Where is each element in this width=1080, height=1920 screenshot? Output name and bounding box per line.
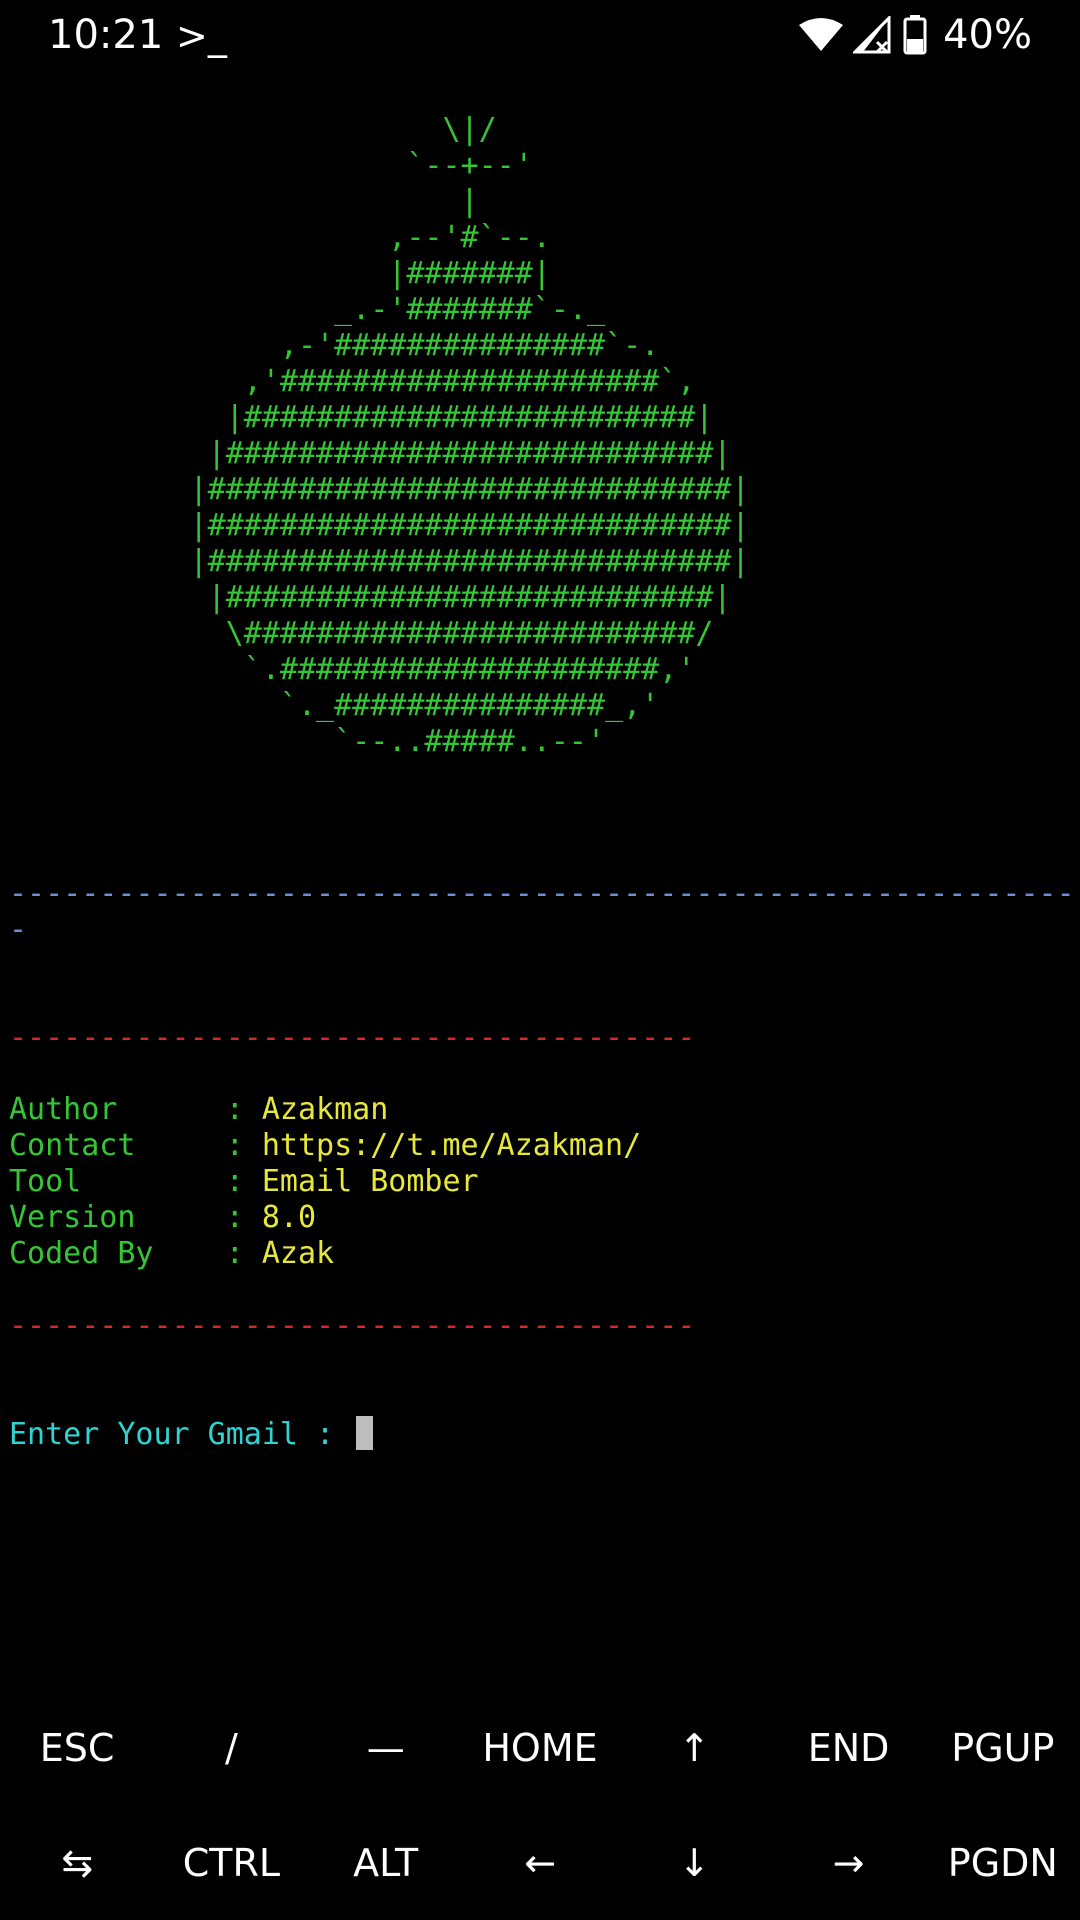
signal-off-icon [853,16,891,54]
info-row-author: Author : Azakman [9,1092,388,1128]
info-sep: : [225,1200,262,1235]
battery-percentage: 40% [943,12,1032,58]
info-sep: : [225,1092,262,1127]
info-value: 8.0 [261,1200,317,1235]
extra-keys-row-1: ESC / — HOME ↑ END PGUP [0,1690,1080,1805]
extra-keys-bar: ESC / — HOME ↑ END PGUP ⇆ CTRL ALT ← ↓ →… [0,1690,1080,1920]
slash-key[interactable]: / [154,1690,308,1805]
status-time: 10:21 [48,12,164,58]
separator-blue: ----------------------------------------… [9,876,1075,911]
info-label: Author [9,1092,226,1127]
arrow-right-key[interactable]: → [771,1805,925,1920]
gmail-prompt: Enter Your Gmail : [9,1417,353,1452]
info-row-contact: Contact : https://t.me/Azakman/ [9,1128,641,1164]
gmail-prompt-line[interactable]: Enter Your Gmail : [9,1416,374,1453]
info-value: Azak [261,1236,335,1271]
esc-key[interactable]: ESC [0,1690,154,1805]
info-label: Contact [9,1128,226,1163]
separator-blue-wrap: - [9,912,28,947]
info-value: https://t.me/Azakman/ [261,1128,642,1163]
status-bar: 10:21 >_ 40% [0,0,1080,72]
terminal-output[interactable]: \|/ `--+--' | ,--'#`--. |#######| _.-'##… [9,112,1075,1452]
end-key[interactable]: END [771,1690,925,1805]
info-value: Email Bomber [261,1164,479,1199]
home-key[interactable]: HOME [463,1690,617,1805]
system-icons: 40% [799,12,1032,58]
info-row-coded-by: Coded By : Azak [9,1236,334,1272]
info-sep: : [225,1236,262,1271]
info-row-version: Version : 8.0 [9,1200,316,1236]
ascii-bomb-art: \|/ `--+--' | ,--'#`--. |#######| _.-'##… [189,112,750,759]
separator-red-bottom: -------------------------------------- [9,1308,696,1343]
arrow-down-key[interactable]: ↓ [617,1805,771,1920]
info-label: Version [9,1200,226,1235]
wifi-icon [799,18,844,51]
terminal-app-icon: >_ [176,14,227,58]
dash-key[interactable]: — [309,1690,463,1805]
info-sep: : [225,1128,262,1163]
ctrl-key[interactable]: CTRL [154,1805,308,1920]
arrow-up-key[interactable]: ↑ [617,1690,771,1805]
info-value: Azakman [261,1092,389,1127]
tab-key[interactable]: ⇆ [0,1805,154,1920]
pgdn-key[interactable]: PGDN [926,1805,1080,1920]
info-sep: : [225,1164,262,1199]
text-cursor [356,1416,374,1450]
battery-icon [903,15,927,55]
arrow-left-key[interactable]: ← [463,1805,617,1920]
separator-red-top: -------------------------------------- [9,1020,696,1055]
pgup-key[interactable]: PGUP [926,1690,1080,1805]
info-row-tool: Tool : Email Bomber [9,1164,479,1200]
alt-key[interactable]: ALT [309,1805,463,1920]
info-label: Tool [9,1164,226,1199]
info-label: Coded By [9,1236,226,1271]
extra-keys-row-2: ⇆ CTRL ALT ← ↓ → PGDN [0,1805,1080,1920]
